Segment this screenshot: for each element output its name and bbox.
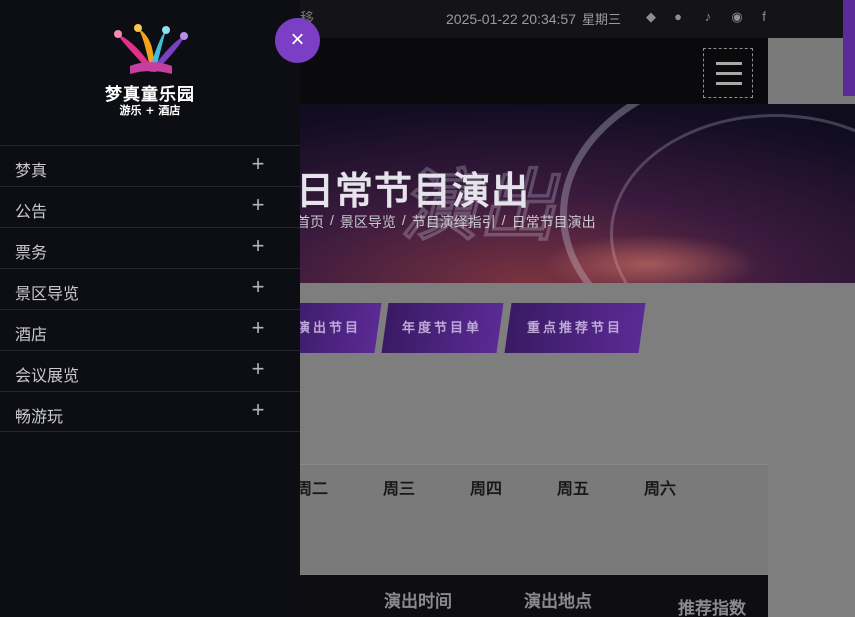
nav-item-play[interactable]: 畅游玩 + [0, 391, 300, 432]
plus-icon[interactable]: + [250, 399, 266, 421]
breadcrumb-guide[interactable]: 景区导览 [340, 212, 396, 232]
tab-featured[interactable]: 重点推荐节目 [504, 303, 646, 353]
tab-label: 重点推荐节目 [526, 320, 623, 335]
accent-edge [843, 0, 855, 96]
plus-icon[interactable]: + [250, 317, 266, 339]
nav-item-label: 公告 [15, 204, 48, 221]
breadcrumb-separator: / [501, 212, 506, 228]
nav-item-hotel[interactable]: 酒店 + [0, 309, 300, 350]
plus-icon[interactable]: + [250, 235, 266, 257]
plus-icon[interactable]: + [250, 276, 266, 298]
breadcrumb-program-guide[interactable]: 节目演绎指引 [412, 212, 496, 232]
nav-item-mengzhen[interactable]: 梦真 + [0, 145, 300, 186]
tab-annual-program[interactable]: 年度节目单 [381, 303, 504, 353]
datetime-display: 2025-01-22 20:34:57 星期三 [446, 9, 621, 28]
qq-icon[interactable]: ◆ [643, 9, 659, 25]
week-selector [296, 464, 768, 574]
hero-glow [540, 234, 760, 283]
column-header-location: 演出地点 [524, 592, 592, 611]
page-title: 日常节目演出 [296, 171, 531, 213]
tab-label: 演出节目 [296, 320, 361, 335]
column-header-rating: 推荐指数 [678, 599, 746, 617]
hamburger-menu-button[interactable] [703, 48, 753, 98]
day-friday[interactable]: 周五 [557, 475, 589, 499]
nav-item-conference[interactable]: 会议展览 + [0, 350, 300, 391]
breadcrumb-separator: / [330, 212, 334, 228]
day-wednesday[interactable]: 周三 [383, 475, 415, 499]
menu-bar-icon [716, 62, 742, 65]
day-thursday[interactable]: 周四 [470, 475, 502, 499]
nav-item-label: 畅游玩 [15, 409, 64, 426]
column-header-time: 演出时间 [384, 592, 452, 611]
tab-label: 年度节目单 [402, 320, 483, 335]
weekday: 星期三 [582, 12, 622, 27]
day-tuesday[interactable]: 周二 [296, 475, 328, 499]
side-drawer: 梦真童乐园 游乐 + 酒店 梦真 + 公告 + 票务 + 景区导览 + 酒店 +… [0, 0, 300, 617]
nav-item-label: 票务 [15, 245, 48, 262]
breadcrumb-separator: / [401, 212, 406, 228]
drawer-nav: 梦真 + 公告 + 票务 + 景区导览 + 酒店 + 会议展览 + 畅游玩 + [0, 145, 300, 432]
day-saturday[interactable]: 周六 [644, 475, 676, 499]
breadcrumb: 首页 / 景区导览 / 节目演绎指引 / 日常节目演出 [296, 212, 596, 232]
plus-icon[interactable]: + [250, 358, 266, 380]
breadcrumb-home[interactable]: 首页 [296, 212, 324, 232]
nav-item-park-guide[interactable]: 景区导览 + [0, 268, 300, 309]
nav-item-tickets[interactable]: 票务 + [0, 227, 300, 268]
logo-subtitle: 游乐 + 酒店 [119, 104, 181, 117]
nav-item-label: 梦真 [15, 163, 48, 180]
datetime: 2025-01-22 20:34:57 [446, 11, 576, 27]
wechat-icon[interactable]: ● [670, 9, 686, 25]
nav-item-label: 景区导览 [15, 286, 80, 303]
nav-item-announcements[interactable]: 公告 + [0, 186, 300, 227]
nav-item-label: 酒店 [15, 327, 48, 344]
close-drawer-button[interactable]: × [275, 18, 320, 63]
breadcrumb-current: 日常节目演出 [511, 214, 596, 230]
plus-icon[interactable]: + [250, 153, 266, 175]
menu-bar-icon [716, 72, 742, 75]
site-logo[interactable]: 梦真童乐园 游乐 + 酒店 [102, 22, 198, 122]
tiktok-icon[interactable]: ♪ [700, 9, 716, 25]
nav-item-label: 会议展览 [15, 368, 80, 385]
plus-icon[interactable]: + [250, 194, 266, 216]
facebook-icon[interactable]: f [756, 9, 772, 25]
menu-bar-icon [716, 82, 742, 85]
weibo-icon[interactable]: ◉ [729, 9, 745, 25]
jester-hat-icon [114, 24, 188, 74]
